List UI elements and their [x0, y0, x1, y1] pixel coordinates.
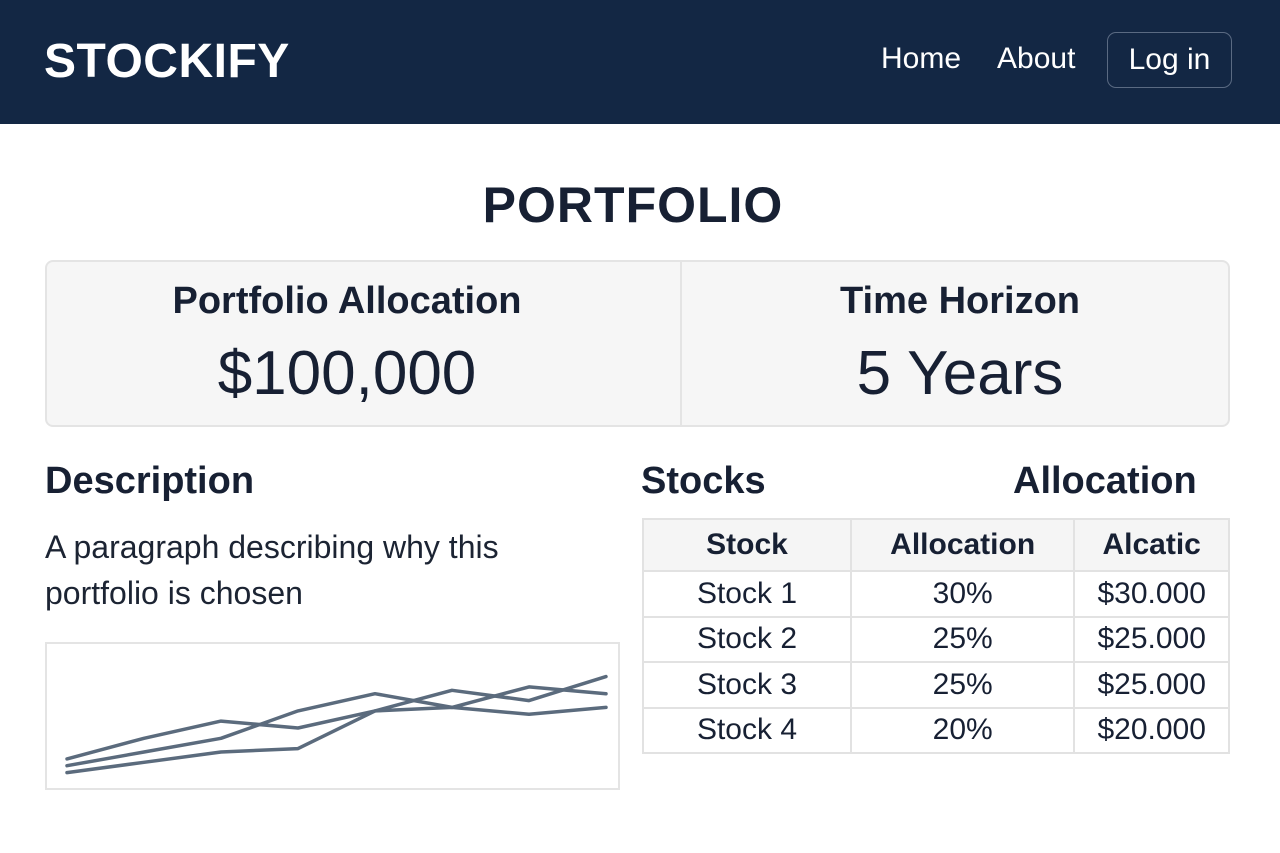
stock-name-cell: Stock 1 [642, 570, 852, 618]
allocation-heading: Allocation [1013, 460, 1197, 502]
column-header-stock[interactable]: Stock [642, 518, 852, 572]
page-title: PORTFOLIO [482, 177, 784, 233]
stocks-table: Stock Allocation Alcatic Stock 1 30% $30… [642, 518, 1230, 754]
stock-name-cell: Stock 2 [642, 615, 852, 663]
allocation-amount-cell: $25.000 [1073, 661, 1230, 709]
stock-name-cell: Stock 3 [642, 661, 852, 709]
brand-logo[interactable]: STOCKIFY [44, 34, 290, 89]
table-row[interactable]: Stock 4 20% $20.000 [642, 706, 1230, 754]
allocation-label: Portfolio Allocation [172, 280, 522, 322]
nav-home-link[interactable]: Home [881, 42, 961, 76]
column-header-amount[interactable]: Alcatic [1073, 518, 1230, 572]
column-header-allocation[interactable]: Allocation [849, 518, 1076, 572]
allocation-percent-cell: 25% [849, 615, 1076, 663]
description-heading: Description [45, 460, 255, 502]
top-navbar: STOCKIFY Home About Log in [0, 0, 1280, 124]
performance-chart [45, 642, 620, 790]
time-horizon-label: Time Horizon [840, 280, 1080, 322]
allocation-value: $100,000 [217, 339, 477, 408]
login-button[interactable]: Log in [1107, 32, 1232, 88]
stock-name-cell: Stock 4 [642, 706, 852, 754]
allocation-amount-cell: $30.000 [1073, 570, 1230, 618]
table-row[interactable]: Stock 2 25% $25.000 [642, 615, 1230, 663]
table-row[interactable]: Stock 1 30% $30.000 [642, 570, 1230, 618]
performance-chart-svg [65, 674, 608, 775]
table-header-row: Stock Allocation Alcatic [642, 518, 1230, 572]
portfolio-summary-card: Portfolio Allocation $100,000 Time Horiz… [45, 260, 1230, 427]
time-horizon-value: 5 Years [856, 339, 1064, 408]
table-row[interactable]: Stock 3 25% $25.000 [642, 661, 1230, 709]
allocation-percent-cell: 25% [849, 661, 1076, 709]
nav-about-link[interactable]: About [997, 42, 1075, 76]
allocation-percent-cell: 30% [849, 570, 1076, 618]
stocks-heading: Stocks [641, 460, 766, 502]
allocation-amount-cell: $25.000 [1073, 615, 1230, 663]
description-text: A paragraph describing why this portfoli… [45, 529, 499, 611]
chart-series-line-3 [65, 705, 608, 775]
allocation-percent-cell: 20% [849, 706, 1076, 754]
allocation-amount-cell: $20.000 [1073, 706, 1230, 754]
